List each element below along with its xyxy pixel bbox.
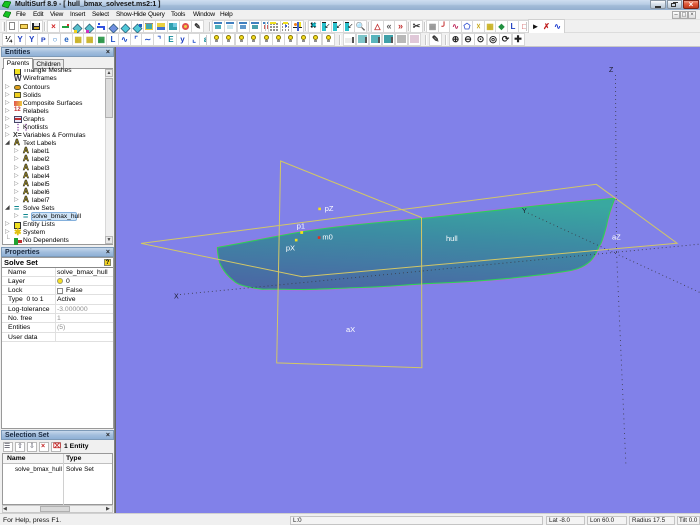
svg-text:Y: Y bbox=[522, 208, 527, 215]
svg-text:aX: aX bbox=[346, 325, 355, 334]
svg-text:pZ: pZ bbox=[325, 204, 334, 213]
svg-text:m0: m0 bbox=[322, 233, 332, 242]
svg-text:X: X bbox=[174, 294, 179, 301]
svg-text:Z: Z bbox=[609, 67, 614, 74]
svg-text:aZ: aZ bbox=[612, 233, 621, 242]
svg-text:p1: p1 bbox=[297, 222, 305, 231]
svg-text:hull: hull bbox=[446, 234, 458, 243]
svg-text:pX: pX bbox=[286, 244, 295, 253]
